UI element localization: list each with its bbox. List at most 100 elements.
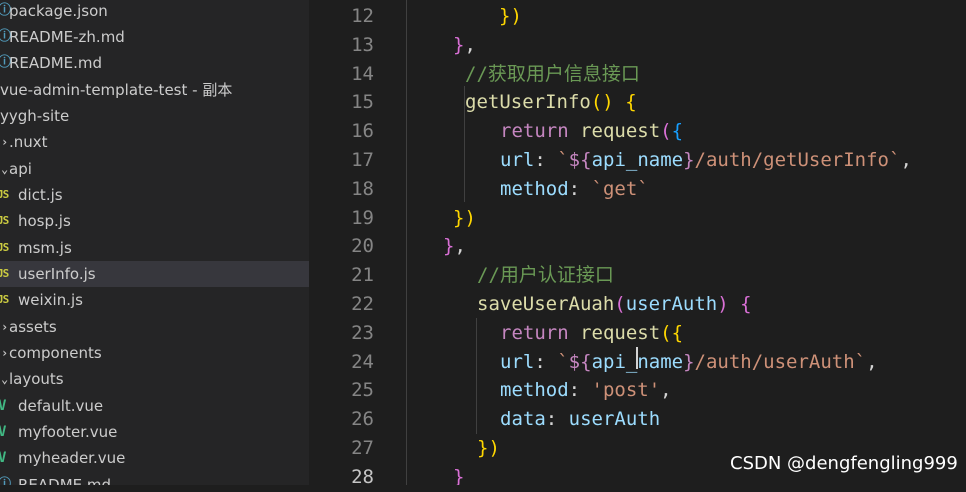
code-token: { [671,322,684,344]
code-line[interactable]: url: `${api_name}/auth/getUserInfo`, [500,146,912,175]
code-token: ) [717,293,729,315]
line-number: 22 [351,293,374,315]
code-line[interactable]: }, [453,31,476,60]
explorer-item[interactable]: ⓘ README.md [0,50,309,76]
info-icon: ⓘ [0,477,12,485]
code-token: url [500,351,535,373]
code-line[interactable]: data: userAuth [500,405,660,434]
code-line[interactable]: }) [477,434,500,463]
line-number-gutter: 12 13 14 15 16 17 18 19 20 21 22 23 24 25 26 27 28 [309,0,406,488]
chevron-right-icon: › [1,135,9,149]
explorer-item[interactable]: › assets [0,314,309,340]
explorer-item-label: dict.js [18,186,63,204]
code-line[interactable]: getUserInfo() { [465,88,637,117]
code-token: { [671,120,684,142]
js-icon: JS [0,214,9,227]
indent-guide [476,318,477,434]
code-token: ` [557,149,569,171]
line-number: 18 [351,178,374,200]
explorer-item-label: api [9,160,32,178]
line-number: 20 [351,235,374,257]
code-line[interactable]: method: `get` [500,175,649,204]
explorer-item[interactable]: ⓘ README-zh.md [0,24,309,50]
js-icon: JS [0,267,9,280]
code-line[interactable]: return request({ [500,117,683,146]
code-token: } [443,235,455,257]
explorer-item-label: package.json [9,2,108,20]
code-token: ${ [568,149,592,171]
code-line[interactable]: }) [499,2,522,31]
line-number: 13 [351,34,374,56]
explorer-item-label: myheader.vue [18,449,126,467]
explorer-item[interactable]: JS hosp.js [0,208,309,234]
explorer-item-label: README.md [18,476,112,485]
chevron-down-icon: ⌄ [1,372,9,386]
code-line[interactable]: }, [443,232,466,261]
explorer-item[interactable]: › .nuxt [0,129,309,155]
explorer-item-label: weixin.js [18,291,83,309]
code-token: url [500,149,535,171]
explorer-item[interactable]: JS msm.js [0,235,309,261]
js-icon: JS [0,188,9,201]
explorer-item-label: myfooter.vue [18,423,118,441]
code-token: method [500,178,569,200]
code-token: //用户认证接口 [477,264,614,286]
line-number: 26 [351,408,374,430]
explorer-item[interactable]: yygh-site [0,103,309,129]
vue-icon: V [0,450,7,466]
code-line[interactable]: return request({ [500,319,683,348]
explorer-item[interactable]: vue-admin-template-test - 副本 [0,77,309,103]
code-editor[interactable]: })},//获取用户信息接口 getUserInfo() {return requ… [406,0,966,485]
code-token: getUserInfo [465,91,591,113]
explorer-item[interactable]: JS weixin.js [0,287,309,313]
code-token: return [500,322,569,344]
chevron-right-icon: › [1,320,9,334]
explorer-item[interactable]: Vmyfooter.vue [0,419,309,445]
line-number: 27 [351,437,374,459]
explorer-item-label: userInfo.js [18,265,96,283]
line-number: 16 [351,120,374,142]
explorer-item[interactable]: JS userInfo.js [0,261,309,287]
explorer-item-label: .nuxt [9,133,48,151]
code-token: , [900,149,912,171]
explorer-item[interactable]: ⌄ layouts [0,366,309,392]
line-number: 17 [351,149,374,171]
code-token: userAuth [625,293,718,315]
code-line[interactable]: //获取用户信息接口 [465,60,640,89]
code-line[interactable]: //用户认证接口 [477,261,614,290]
code-token: data [500,408,546,430]
code-token: ${ [568,351,592,373]
code-token: } [453,34,465,56]
line-number: 24 [351,351,374,373]
explorer-item-label: README-zh.md [9,28,125,46]
code-line[interactable]: }) [453,204,476,233]
code-token: api_name [591,149,684,171]
explorer-item-label: msm.js [18,239,72,257]
explorer-item[interactable]: Vmyheader.vue [0,445,309,471]
code-line[interactable]: url: `${api_name}/auth/userAuth`, [500,348,878,377]
code-token: `get` [591,178,649,200]
code-token: , [454,235,466,257]
code-token: ( [660,120,672,142]
js-icon: JS [0,293,9,306]
indent-guide [406,0,407,485]
watermark: CSDN @dengfengling999 [730,453,958,474]
code-token: : [568,178,592,200]
code-line[interactable]: method: 'post', [500,376,672,405]
code-token: : [534,149,558,171]
explorer-item[interactable]: › components [0,340,309,366]
explorer-item[interactable]: ⓘ package.json [0,0,309,24]
explorer-item-label: components [9,344,102,362]
explorer-item[interactable]: ⌄ api [0,156,309,182]
line-number: 21 [351,264,374,286]
code-token: }) [453,207,476,229]
explorer-item[interactable]: Vdefault.vue [0,393,309,419]
explorer-item[interactable]: JS dict.js [0,182,309,208]
code-line[interactable]: } [453,463,464,485]
explorer-item[interactable]: ⓘ README.md [0,472,309,485]
explorer-item-label: hosp.js [18,212,71,230]
code-line[interactable]: saveUserAuah(userAuth) { [477,290,752,319]
explorer-item-label: layouts [9,370,64,388]
